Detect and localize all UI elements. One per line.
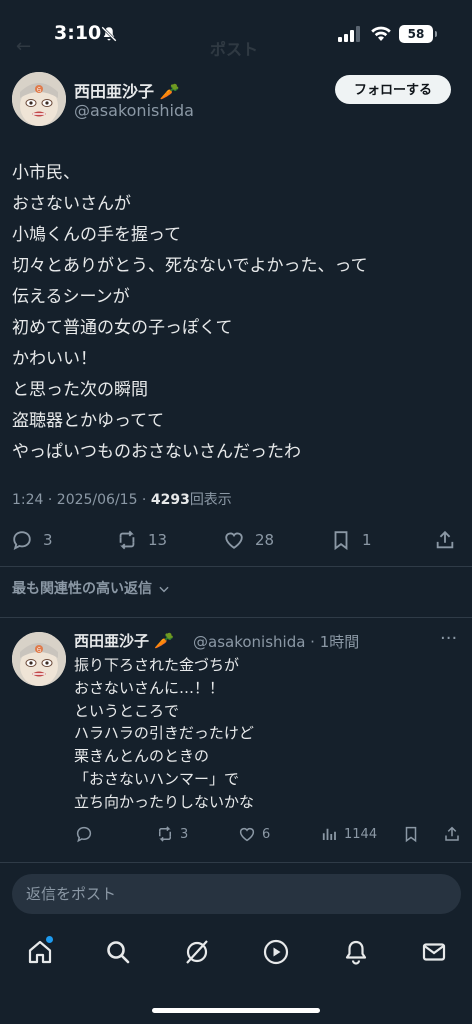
tweet-actions: 3 13 28 1	[0, 525, 472, 555]
reply-count: 3	[43, 531, 53, 549]
reply-author-avatar[interactable]: ら	[12, 632, 66, 686]
reply-views-button[interactable]: 1144	[320, 822, 377, 846]
bookmark-count: 1	[362, 531, 372, 549]
reply-line: ハラハラの引きだったけど	[74, 724, 254, 743]
share-icon	[436, 530, 454, 549]
svg-text:ら: ら	[36, 87, 42, 94]
views-label: 回表示	[189, 492, 232, 508]
reply-handle-time[interactable]: @asakonishida · 1時間	[193, 631, 359, 652]
reply-line: おさないさんに…！！	[74, 678, 225, 697]
like-count: 28	[255, 531, 275, 549]
heart-icon	[239, 827, 255, 842]
reply-repost-count: 3	[180, 826, 189, 842]
reply-icon	[76, 826, 92, 843]
repost-button[interactable]: 13	[116, 525, 167, 555]
follow-button[interactable]: フォローする	[335, 75, 451, 104]
tweet-timestamp[interactable]: 1:24 · 2025/06/15 ·	[12, 492, 151, 508]
bookmark-icon	[405, 826, 417, 843]
more-options-icon[interactable]: ···	[440, 628, 457, 649]
tweet-line: やっぱいつものおさないさんだったわ	[12, 442, 301, 462]
home-indicator[interactable]	[152, 1008, 320, 1013]
grok-icon	[186, 940, 208, 964]
home-notification-dot	[46, 936, 53, 943]
author-name[interactable]: 西田亜沙子 🥕	[74, 78, 180, 102]
repost-icon	[119, 530, 135, 550]
tweet-meta: 1:24 · 2025/06/15 · 4293回表示	[12, 489, 232, 509]
tweet-line: かわいい！	[12, 349, 97, 369]
carrot-emoji: 🥕	[154, 631, 175, 650]
reply-actions: 3 6 1144	[0, 822, 472, 846]
reply-button[interactable]: 3	[11, 525, 53, 555]
header-bar: ← ポスト	[0, 36, 472, 60]
reply-repost-button[interactable]: 3	[156, 822, 188, 846]
reply-share-button[interactable]	[443, 822, 461, 846]
reply-line: 栗きんとんのときの	[74, 747, 210, 766]
reply-line: 「おさないハンマー」で	[74, 769, 240, 788]
bell-icon	[345, 940, 367, 965]
author-handle[interactable]: @asakonishida	[74, 101, 194, 120]
header-title: ポスト	[210, 40, 259, 59]
reply-icon	[13, 531, 31, 551]
tab-grok[interactable]	[183, 938, 211, 966]
avatar-illustration: ら	[12, 632, 66, 686]
reply-author-name[interactable]: 西田亜沙子 🥕	[74, 630, 174, 651]
tweet-line: 小鳩くんの手を握って	[12, 225, 182, 245]
tab-search[interactable]	[104, 938, 132, 966]
mail-icon	[422, 943, 446, 961]
search-icon	[107, 941, 130, 964]
reply-sort-selector[interactable]: 最も関連性の高い返信	[12, 578, 171, 598]
svg-text:ら: ら	[36, 647, 42, 654]
repost-icon	[159, 826, 171, 842]
reply-text: 振り下ろされた金づちが おさないさんに…！！ というところで ハラハラの引きだっ…	[74, 654, 464, 814]
repost-count: 13	[148, 531, 168, 549]
avatar-illustration: ら	[12, 72, 66, 126]
reply-like-count: 6	[262, 826, 271, 842]
share-icon	[445, 826, 459, 841]
divider	[0, 617, 472, 618]
tab-video[interactable]	[262, 938, 290, 966]
share-button[interactable]	[434, 525, 456, 555]
bottom-tab-bar	[0, 928, 472, 980]
tweet-line: 盗聴器とかゆってて	[12, 411, 165, 431]
author-avatar[interactable]: ら	[12, 72, 66, 126]
tweet-line: 初めて普通の女の子っぽくて	[12, 318, 233, 338]
tweet-line: 伝えるシーンが	[12, 287, 130, 307]
bookmark-icon	[334, 531, 348, 551]
carrot-emoji: 🥕	[159, 82, 180, 101]
chevron-down-icon	[159, 586, 169, 593]
reply-line: 立ち向かったりしないかな	[74, 792, 255, 811]
reply-line: 振り下ろされた金づちが	[74, 656, 240, 674]
divider	[0, 566, 472, 567]
tweet-line: と思った次の瞬間	[12, 380, 148, 400]
reply-like-button[interactable]: 6	[238, 822, 270, 846]
reply-reply-button[interactable]	[75, 822, 99, 846]
tab-messages[interactable]	[420, 938, 448, 966]
like-button[interactable]: 28	[223, 525, 274, 555]
reply-input[interactable]: 返信をポスト	[12, 874, 461, 914]
play-icon	[263, 939, 289, 965]
tab-notifications[interactable]	[342, 938, 370, 966]
tweet-line: 小市民、	[12, 163, 80, 183]
tweet-text: 小市民、 おさないさんが 小鳩くんの手を握って 切々とありがとう、死なないでよか…	[12, 158, 462, 468]
bookmark-button[interactable]: 1	[330, 525, 372, 555]
reply-line: というところで	[74, 701, 180, 720]
tweet-line: 切々とありがとう、死なないでよかった、って	[12, 256, 368, 276]
back-arrow-icon[interactable]: ←	[16, 36, 31, 57]
tweet-line: おさないさんが	[12, 194, 131, 214]
reply-sort-label: 最も関連性の高い返信	[12, 581, 152, 597]
reply-views-count: 1144	[344, 826, 378, 842]
divider	[0, 862, 472, 863]
reply-bookmark-button[interactable]	[402, 822, 420, 846]
analytics-icon	[322, 828, 336, 840]
views-count: 4293	[150, 492, 190, 508]
heart-icon	[225, 532, 243, 549]
